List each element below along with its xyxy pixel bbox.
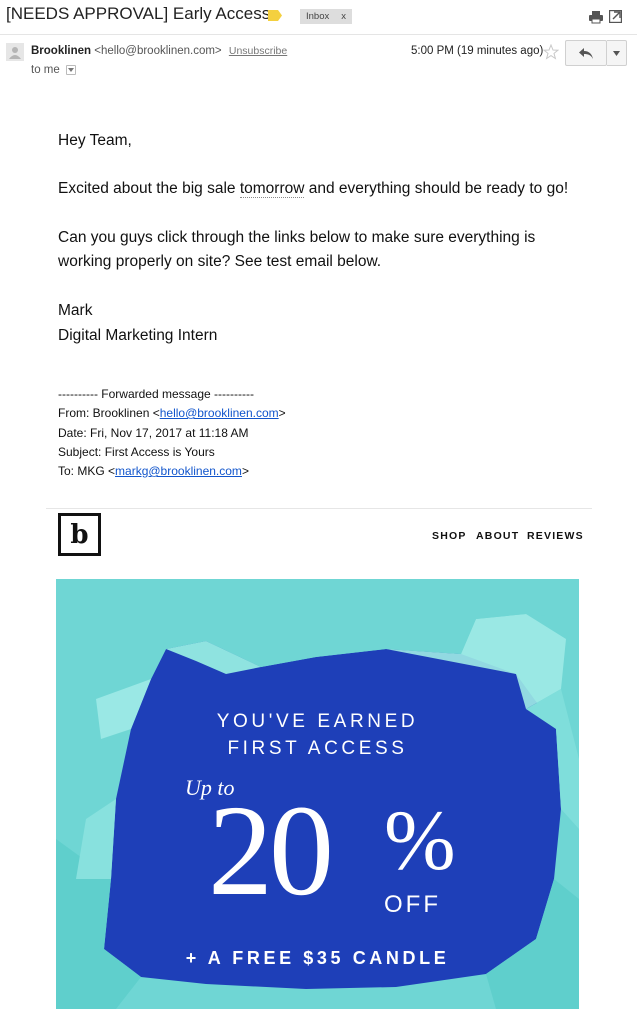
recipients-line: to me [31,64,76,76]
subject-bar: [NEEDS APPROVAL] Early Access Inbox x [0,0,637,34]
signature-title: Digital Marketing Intern [58,327,218,344]
forwarded-date: Date: Fri, Nov 17, 2017 at 11:18 AM [58,426,249,440]
sender-line: Brooklinen <hello@brooklinen.com> Unsubs… [31,45,287,57]
from-close: > [278,406,286,420]
hero-off: OFF [384,891,441,918]
from-label: From: Brooklinen < [58,406,160,420]
body-paragraph-2: Can you guys click through the links bel… [58,226,535,274]
sender-name[interactable]: Brooklinen [31,45,91,57]
hero-discount-number: 20 [208,779,334,923]
para2-line-1: Can you guys click through the links bel… [58,229,536,246]
hero-headline-2: FIRST ACCESS [227,738,408,759]
hero-candle-offer: + A FREE $35 CANDLE [185,948,450,968]
to-label: To: MKG < [58,464,116,478]
hero-headline-1: YOU'VE EARNED [216,711,419,732]
recipients-text: to me [31,64,60,76]
body-paragraph-1: Excited about the big sale tomorrow and … [58,177,568,201]
hero-percent-sign: % [384,792,456,888]
star-icon[interactable] [543,44,559,60]
more-options-button[interactable] [607,40,627,66]
divider [0,34,637,35]
from-email-link[interactable]: hello@brooklinen.com [160,406,279,420]
nav-about-link[interactable]: ABOUT [476,530,519,542]
new-window-icon[interactable] [609,10,622,23]
brooklinen-logo[interactable]: b [58,513,101,556]
reply-button[interactable] [565,40,607,66]
forwarded-subject: Subject: First Access is Yours [58,445,215,459]
show-details-button[interactable] [65,65,76,75]
date-suggestion[interactable]: tomorrow [239,180,305,198]
nav-shop-link[interactable]: SHOP [432,530,467,542]
inbox-label-chip[interactable]: Inbox x [300,9,352,24]
reply-icon [579,47,593,59]
chevron-down-icon [613,50,620,56]
para2-line-2: working properly on site? See test email… [58,253,382,270]
message-time: 5:00 PM (19 minutes ago) [411,45,544,57]
greeting: Hey Team, [58,132,132,149]
inbox-label-text: Inbox [306,11,330,22]
para1-before: Excited about the big sale [58,180,240,197]
important-marker-icon[interactable] [268,10,282,21]
nav-reviews-link[interactable]: REVIEWS [527,530,584,542]
remove-label-button[interactable]: x [341,9,346,24]
print-icon[interactable] [589,10,603,24]
newsletter-divider [46,508,592,509]
signature-name: Mark [58,302,93,319]
chevron-down-icon [67,68,74,72]
forwarded-to: To: MKG <markg@brooklinen.com> [58,464,249,478]
email-subject: [NEEDS APPROVAL] Early Access [6,4,271,23]
avatar-icon [6,43,24,61]
sender-email: <hello@brooklinen.com> [94,45,222,57]
unsubscribe-link[interactable]: Unsubscribe [229,45,287,57]
to-close: > [241,464,249,478]
forwarded-from: From: Brooklinen <hello@brooklinen.com> [58,406,286,420]
para1-after: and everything should be ready to go! [304,180,569,197]
to-email-link[interactable]: markg@brooklinen.com [115,464,242,478]
forwarded-header: ---------- Forwarded message ---------- [58,387,254,401]
